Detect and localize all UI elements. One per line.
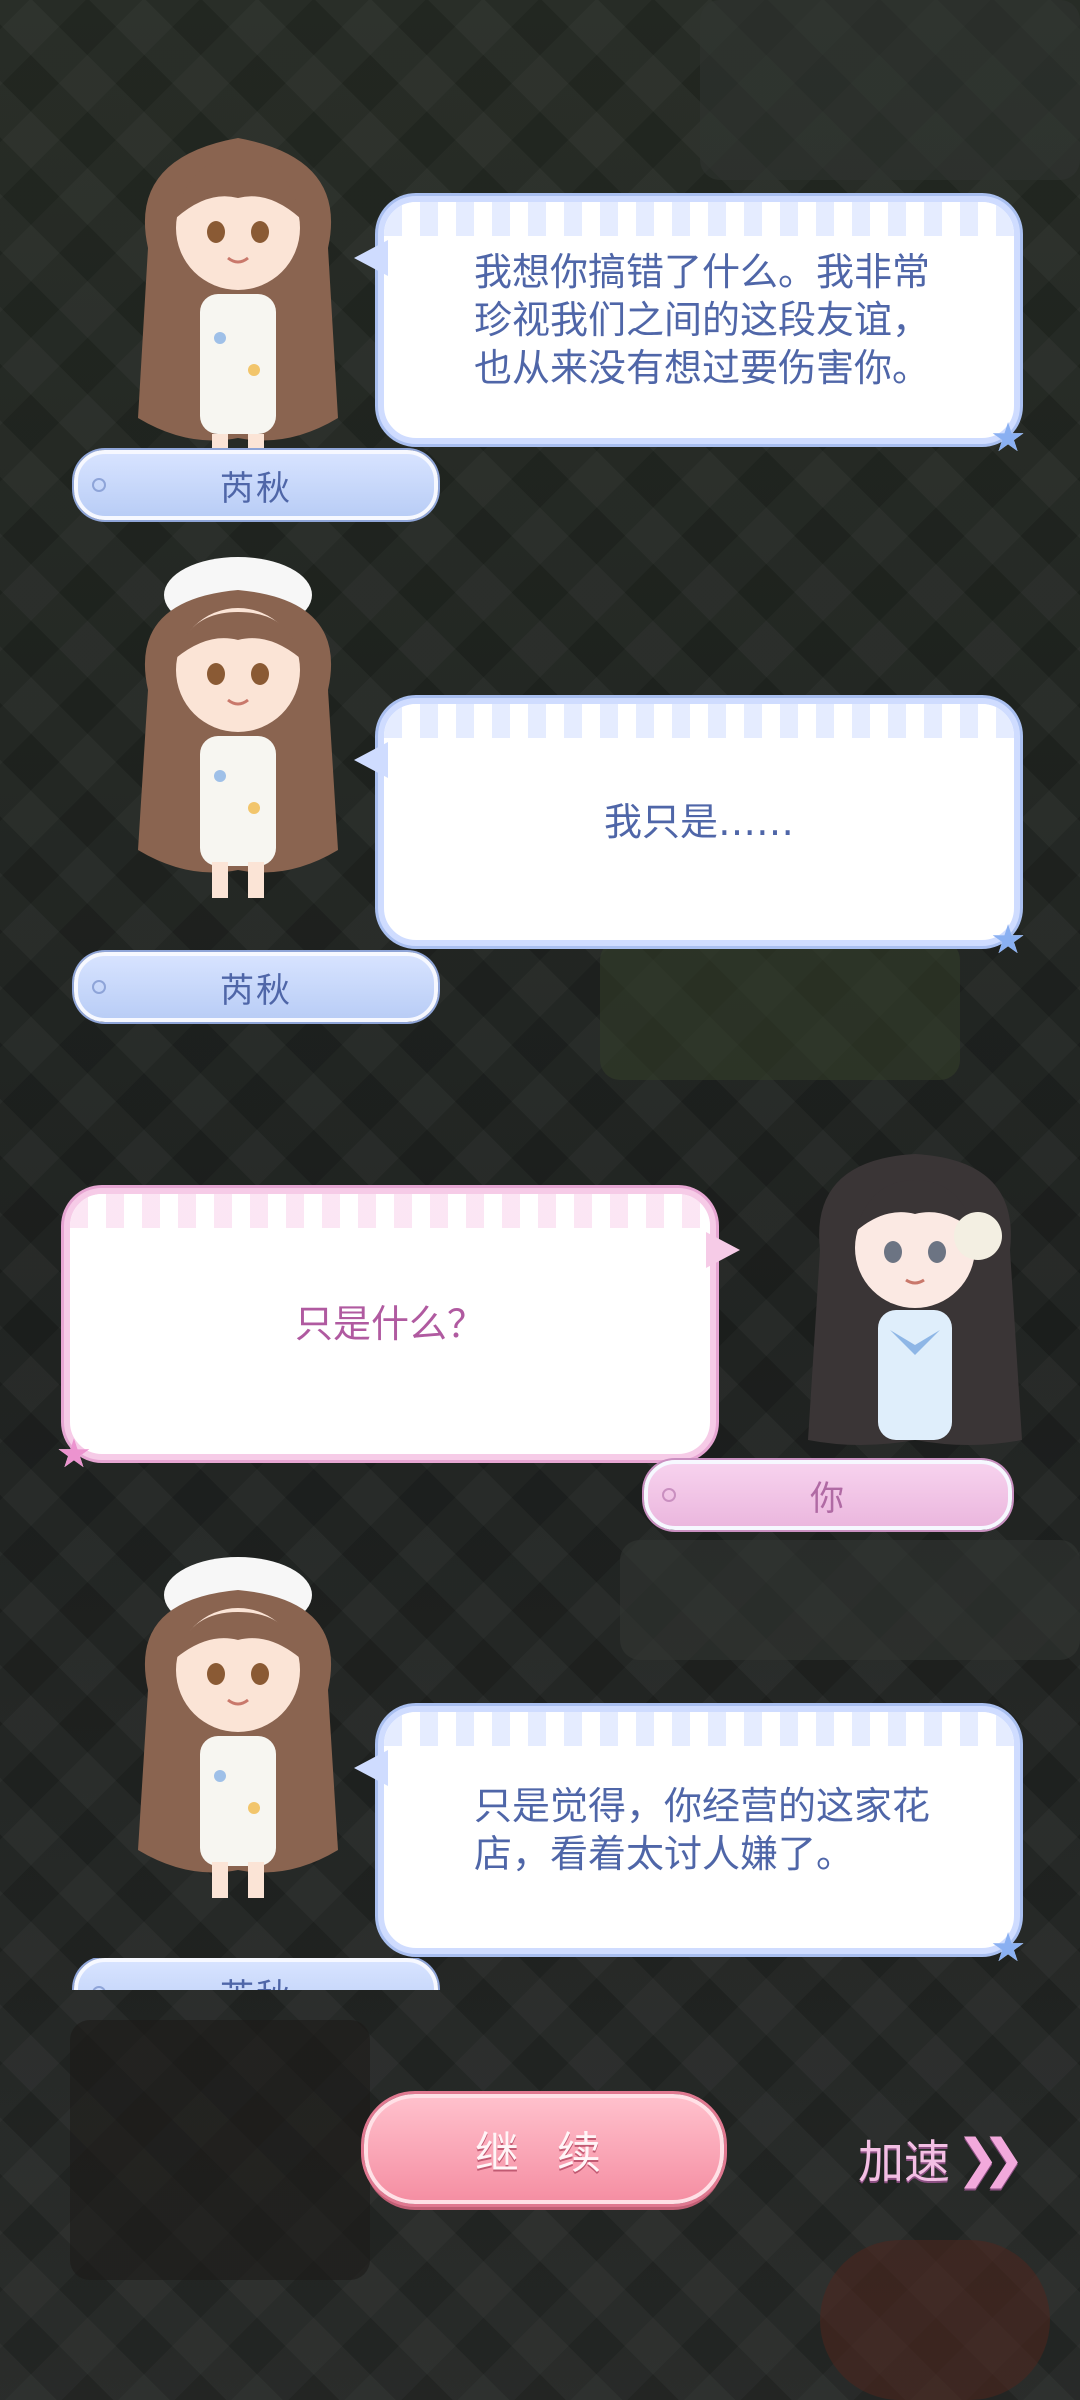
bubble-tail <box>354 1750 388 1786</box>
bubble-stripe <box>384 704 1014 738</box>
bubble-stripe <box>384 202 1014 236</box>
speaker-nameplate-player: 你 <box>644 1460 1012 1530</box>
speaker-nameplate: 芮秋 <box>74 450 438 520</box>
dialogue-text: 只是什么？ <box>294 1302 485 1346</box>
npc-speech-bubble: 只是觉得，你经营的这家花店，看着太讨人嫌了。 ★ <box>354 1706 1026 1968</box>
nameplate-clip: 芮秋 <box>60 1958 460 1990</box>
character-avatar-rachel <box>108 1540 368 1900</box>
star-icon: ★ <box>990 917 1026 963</box>
npc-speech-bubble: 我只是…… ★ <box>354 698 1026 960</box>
bubble-tail <box>354 742 388 778</box>
npc-speech-bubble: 我想你搞错了什么。我非常珍视我们之间的这段友谊，也从来没有想过要伤害你。 ★ <box>354 196 1026 458</box>
star-icon: ★ <box>990 1925 1026 1971</box>
character-avatar-rachel <box>108 118 368 478</box>
bubble-tail <box>354 240 388 276</box>
double-chevron-right-icon: ❯❯ <box>956 2129 1025 2189</box>
speed-label: 加速 <box>858 2135 950 2189</box>
bubble-tail <box>706 1232 740 1268</box>
character-avatar-rachel <box>108 540 368 900</box>
bubble-stripe <box>384 1712 1014 1746</box>
speaker-nameplate: 芮秋 <box>74 952 438 1022</box>
speed-up-button[interactable]: 加速 ❯❯ <box>858 2126 1025 2192</box>
star-icon: ★ <box>990 415 1026 461</box>
character-avatar-player <box>780 1140 1050 1460</box>
dialogue-text: 我想你搞错了什么。我非常珍视我们之间的这段友谊，也从来没有想过要伤害你。 <box>474 250 931 390</box>
speaker-nameplate: 芮秋 <box>74 1958 438 1990</box>
dialogue-text: 我只是…… <box>603 800 794 844</box>
star-icon: ★ <box>56 1431 92 1477</box>
continue-button[interactable]: 继 续 <box>364 2094 724 2204</box>
player-speech-bubble: 只是什么？ ★ <box>56 1188 740 1474</box>
dialogue-text: 只是觉得，你经营的这家花店，看着太讨人嫌了。 <box>474 1784 931 1876</box>
bubble-stripe <box>70 1194 710 1228</box>
